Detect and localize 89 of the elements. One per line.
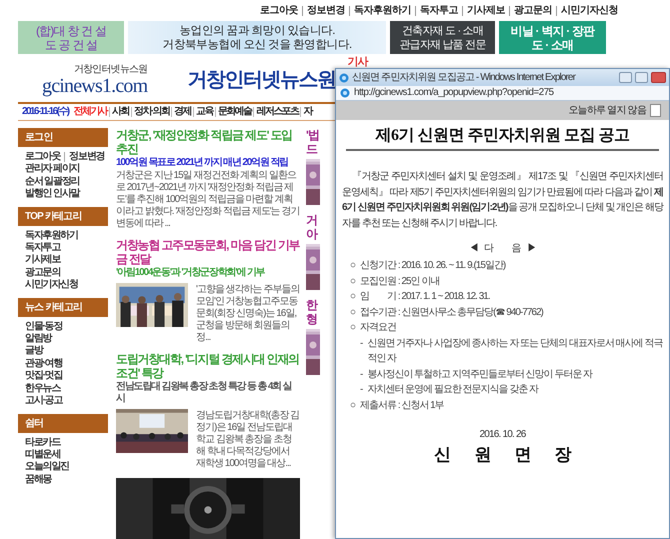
sidebar-link[interactable]: 알림방: [25, 333, 52, 346]
top-link[interactable]: 기사제보: [462, 6, 509, 16]
notice-item: 자격요건: [360, 321, 396, 336]
top-link[interactable]: 로그아웃: [256, 6, 302, 16]
search-label: 기사: [347, 56, 368, 70]
ad-banner[interactable]: (합)대 창 건 설 도 공 건 설: [18, 21, 124, 54]
sidebar-link[interactable]: 독자투고: [25, 242, 60, 254]
close-button[interactable]: [651, 72, 666, 83]
sidebar-link[interactable]: 맛집·멋집: [25, 370, 62, 383]
notice-item: 신원면 거주자나 사업장에 종사하는 자 또는 단체의 대표자로서 매사에 적극적인 자: [367, 336, 663, 366]
sidebar-link[interactable]: 순서 일괄정리: [25, 176, 80, 188]
menu-link[interactable]: 교육: [193, 107, 215, 117]
article-headline[interactable]: 거창농협 고주모동문회, 마음 담긴 기부금 전달: [116, 238, 300, 266]
menu-link[interactable]: 경제: [171, 107, 194, 117]
sidebar-link[interactable]: 로그아웃: [25, 151, 60, 164]
bullet-mark: ○: [350, 290, 356, 304]
top-link[interactable]: 독자후원하기: [349, 6, 415, 16]
sidebar-link[interactable]: 고시·공고: [25, 395, 62, 408]
article-subheading: 100억원 목표로 2021년 까지 매년 20억원 적립: [116, 157, 289, 169]
sidebar-link[interactable]: 정보변경: [64, 152, 104, 162]
sidebar-link[interactable]: 광고문의: [25, 266, 60, 280]
bullet-mark: ○: [350, 274, 356, 289]
sidebar-link[interactable]: 시민기자신청: [25, 279, 78, 292]
headline-fragment[interactable]: 형: [306, 312, 320, 326]
article-summary: 경남도립거창대학(총장 김정기)은 16일 전남도립대학교 김왕복 총장을 초청해 학내 다목적강당에서 재학생 100여명을 대상...: [196, 410, 300, 470]
menu-link[interactable]: 전체기사: [71, 107, 110, 117]
notice-paragraph: 『거창군 주민자치센터 설치 및 운영조례』 제17조 및 『신원면 주민자치센터 운영세칙』 따라 제5기 주민자치센터위원의 임기가 만료됨에 따라 다음과 같이 제6기 신원면 주민자치위원회 위원(임기:2년)을 공개 모집하오니 단체 및 개인은 해당자를 추천 또는 신청해 주시기 바랍니다.: [342, 170, 663, 231]
headline-fragment[interactable]: 드: [306, 142, 320, 156]
sidebar-link[interactable]: 타로카드: [25, 436, 60, 449]
notice-date: 2016. 10. 26: [478, 429, 527, 442]
site-logo[interactable]: 거창인터넷뉴스원 gcinews1.com: [42, 64, 148, 96]
maximize-button[interactable]: [635, 72, 648, 83]
sidebar-link[interactable]: 인물·동정: [25, 320, 62, 334]
dash-mark: -: [360, 368, 362, 382]
sidebar-link[interactable]: 관광·여행: [25, 358, 62, 370]
menu-link[interactable]: 문화예술: [214, 107, 254, 117]
top-link[interactable]: 광고문의: [509, 6, 556, 16]
menu-link[interactable]: 자: [300, 107, 314, 117]
headline-fragment[interactable]: 한: [306, 298, 320, 312]
sidebar-link[interactable]: 관리자 페이지: [25, 163, 80, 176]
sidebar-link[interactable]: 한우뉴스: [25, 382, 60, 396]
sidebar-link[interactable]: 글방: [25, 345, 43, 358]
headline-fragment[interactable]: 거: [306, 213, 320, 227]
sidebar-link[interactable]: 독자후원하기: [25, 230, 78, 242]
bullet-mark: ○: [350, 259, 356, 274]
article-summary: '고향을 생각하는 주부들의 모임'인 거창농협고주모동문회(회장 신명숙)는 16일, 군청을 방문해 회원들의 정...: [196, 284, 300, 344]
notice-item: 자치센터 운영에 필요한 전문지식을 갖춘 자: [367, 383, 538, 398]
bullet-mark: ○: [350, 321, 356, 336]
sidebar-link[interactable]: 오늘의일진: [25, 461, 70, 474]
sidebar-link[interactable]: 꿈해몽: [25, 474, 52, 486]
sidebar-heading: 뉴스 카테고리: [18, 298, 108, 317]
menu-link[interactable]: 사회: [109, 107, 131, 117]
sidebar-heading: 로그인: [18, 128, 108, 147]
top-link[interactable]: 시민기자신청: [556, 6, 622, 16]
window-title: 신원면 주민자치위원 모집공고 - Windows Internet Explorer: [352, 72, 577, 84]
sidebar-heading: 쉼터: [18, 414, 108, 432]
dash-mark: -: [360, 336, 362, 351]
notice-heading: 제6기 신원면 주민자치위원 모집 공고: [346, 126, 659, 152]
article-subheading: '아림1004운동'과 '거창군장학회'에 기부: [116, 267, 266, 279]
notice-item: 임 기 : 2017. 1. 1 ~ 2018. 12. 31.: [360, 290, 490, 304]
notice-item: 모집인원 : 25인 이내: [360, 274, 440, 289]
site-title: 거창인터넷뉴스원: [187, 68, 336, 92]
ad-banner[interactable]: 농업인의 꿈과 희망이 있습니다. 거창북부농협에 오신 것을 환영합니다.: [128, 21, 386, 54]
date-text: 2016-11-16(수): [22, 106, 68, 118]
top-link[interactable]: 독자투고: [415, 6, 462, 16]
sidebar-link[interactable]: 띠별운세: [25, 448, 60, 462]
minimize-button[interactable]: [619, 72, 632, 83]
top-link[interactable]: 정보변경: [302, 6, 349, 16]
ad-banner[interactable]: 건축자재 도 · 소매 관급자재 납품 전문: [390, 21, 495, 54]
section-heading: ◀ 다 음 ▶: [468, 243, 538, 256]
notice-item: 접수기관 : 신원면사무소 총무담당(☎ 940-7762): [360, 306, 543, 320]
headline-fragment[interactable]: 아: [306, 227, 320, 241]
dash-mark: -: [360, 383, 362, 398]
sidebar-link[interactable]: 발행인 인사말: [25, 188, 80, 201]
bullet-mark: ○: [350, 398, 356, 413]
checkbox-label: 오늘하루 열지 않음: [568, 104, 646, 116]
notice-item: 봉사정신이 투철하고 지역주민들로부터 신망이 두터운 자: [367, 368, 592, 382]
checkbox[interactable]: [650, 104, 661, 117]
article-subheading: 전남도립대 김왕복 총장 초청 특강 등 총 4회 실시: [116, 381, 292, 405]
signature: 신 원 면 장: [433, 445, 572, 466]
sidebar-link[interactable]: 기사제보: [25, 254, 60, 267]
menu-link[interactable]: 레저스포츠: [253, 107, 300, 117]
headline-fragment[interactable]: '법: [306, 128, 320, 142]
notice-item: 신청기간 : 2016. 10. 26. ~ 11. 9.(15일간): [360, 259, 506, 274]
menu-link[interactable]: 정치·의회: [130, 107, 172, 117]
bullet-mark: ○: [350, 306, 356, 320]
article-summary: 거창군은 지난 15일 재정건전화 계획의 일환으로 2017년~2021년 까지 '재정안정화 적립금 제도'를 추진해 100억원의 적립금을 마련할 계획이라고 밝혔다. '재정안정화 적립금 제도'는 경기변동에 따라 ...: [116, 170, 300, 230]
sidebar-heading: TOP 카테고리: [18, 206, 108, 226]
notice-item: 제출서류 : 신청서 1부: [360, 398, 444, 413]
